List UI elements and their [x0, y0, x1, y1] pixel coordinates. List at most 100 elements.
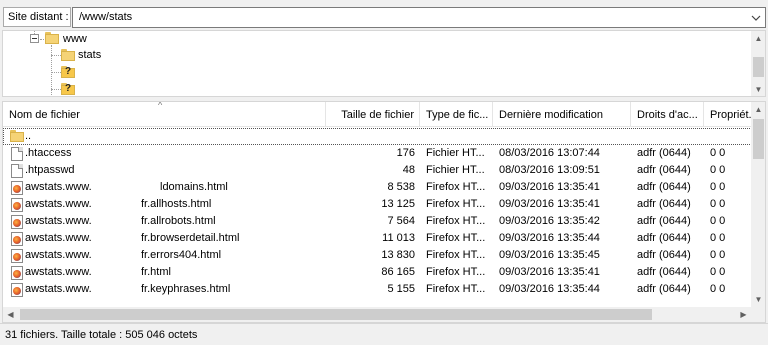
remote-directory-tree: www stats ? ? ▲ ▼: [2, 30, 766, 97]
file-name-suffix: fr.html: [141, 266, 171, 278]
table-row[interactable]: awstats.www. fr.errors404.html 13 830 Fi…: [3, 247, 752, 264]
table-row[interactable]: awstats.www. ldomains.html 8 538 Firefox…: [3, 179, 752, 196]
file-size: 7 564: [387, 215, 415, 227]
file-modified: 09/03/2016 13:35:44: [499, 283, 600, 295]
file-name: .htpasswd: [25, 164, 75, 176]
scroll-thumb[interactable]: [753, 119, 764, 159]
file-owner: 0 0: [710, 215, 726, 227]
folder-icon: [10, 130, 24, 142]
remote-site-label: Site distant :: [3, 7, 71, 27]
file-name-suffix: fr.allrobots.html: [141, 215, 216, 227]
file-permissions: adfr (0644): [637, 232, 691, 244]
table-row[interactable]: .htpasswd 48 Fichier HT... 08/03/2016 13…: [3, 162, 752, 179]
file-name-prefix: awstats.www.: [25, 181, 92, 193]
table-row[interactable]: .htaccess 176 Fichier HT... 08/03/2016 1…: [3, 145, 752, 162]
file-type: Firefox HT...: [426, 232, 486, 244]
remote-path-bar: Site distant :: [0, 0, 768, 30]
file-type: Firefox HT...: [426, 283, 486, 295]
scrollbar-corner: [752, 307, 765, 322]
table-row[interactable]: awstats.www. fr.html 86 165 Firefox HT..…: [3, 264, 752, 281]
table-row[interactable]: awstats.www. fr.allhosts.html 13 125 Fir…: [3, 196, 752, 213]
chevron-down-icon[interactable]: [750, 12, 762, 24]
scroll-left-icon[interactable]: ◀: [3, 307, 18, 322]
firefox-html-file-icon: [11, 198, 23, 212]
file-name-prefix: awstats.www.: [25, 215, 92, 227]
tree-connector: [51, 89, 61, 90]
scroll-down-icon[interactable]: ▼: [751, 292, 765, 307]
file-permissions: adfr (0644): [637, 181, 691, 193]
file-modified: 08/03/2016 13:09:51: [499, 164, 600, 176]
file-size: 48: [402, 164, 415, 176]
tree-connector: [51, 72, 61, 73]
tree-connector: [40, 39, 44, 40]
file-owner: 0 0: [710, 266, 726, 278]
table-row[interactable]: awstats.www. fr.browserdetail.html 11 01…: [3, 230, 752, 247]
remote-path-combobox[interactable]: [72, 7, 766, 28]
column-header-last-modified[interactable]: Dernière modification: [493, 102, 631, 127]
tree-item-stats[interactable]: stats: [78, 48, 102, 62]
column-header-permissions[interactable]: Droits d'ac...: [631, 102, 704, 127]
file-icon: [11, 164, 23, 178]
file-owner: 0 0: [710, 198, 726, 210]
column-header-owner[interactable]: Propriét...: [704, 102, 752, 127]
file-list-horizontal-scrollbar[interactable]: ◀ ▶: [3, 307, 752, 322]
file-modified: 09/03/2016 13:35:42: [499, 215, 600, 227]
remote-path-input[interactable]: [79, 11, 719, 23]
file-size: 5 155: [387, 283, 415, 295]
scroll-up-icon[interactable]: ▲: [751, 102, 765, 117]
file-owner: 0 0: [710, 249, 726, 261]
table-row[interactable]: awstats.www. fr.allrobots.html 7 564 Fir…: [3, 213, 752, 230]
file-modified: 09/03/2016 13:35:41: [499, 181, 600, 193]
tree-item-www[interactable]: www: [63, 32, 87, 46]
file-permissions: adfr (0644): [637, 266, 691, 278]
file-type: Firefox HT...: [426, 249, 486, 261]
file-type: Fichier HT...: [426, 164, 485, 176]
scroll-up-icon[interactable]: ▲: [751, 31, 765, 46]
file-permissions: adfr (0644): [637, 249, 691, 261]
file-size: 13 830: [381, 249, 415, 261]
status-bar: 31 fichiers. Taille totale : 505 046 oct…: [0, 323, 768, 345]
file-name-prefix: awstats.www.: [25, 198, 92, 210]
file-permissions: adfr (0644): [637, 283, 691, 295]
file-size: 86 165: [381, 266, 415, 278]
remote-file-list: ^ Nom de fichier Taille de fichier Type …: [2, 101, 766, 323]
column-header-filetype[interactable]: Type de fic...: [420, 102, 493, 127]
firefox-html-file-icon: [11, 181, 23, 195]
tree-vertical-scrollbar[interactable]: ▲ ▼: [751, 31, 765, 96]
file-permissions: adfr (0644): [637, 215, 691, 227]
file-name-suffix: fr.errors404.html: [141, 249, 222, 261]
firefox-html-file-icon: [11, 249, 23, 263]
file-modified: 08/03/2016 13:07:44: [499, 147, 600, 159]
scroll-down-icon[interactable]: ▼: [751, 82, 765, 96]
file-permissions: adfr (0644): [637, 164, 691, 176]
column-header-filename[interactable]: Nom de fichier: [3, 102, 326, 127]
unknown-folder-icon[interactable]: ?: [61, 66, 75, 78]
file-name-prefix: awstats.www.: [25, 232, 92, 244]
table-row[interactable]: awstats.www. fr.keyphrases.html 5 155 Fi…: [3, 281, 752, 298]
file-size: 176: [396, 147, 415, 159]
tree-connector: [51, 55, 61, 56]
unknown-folder-icon[interactable]: ?: [61, 83, 75, 95]
file-type: Firefox HT...: [426, 266, 486, 278]
firefox-html-file-icon: [11, 215, 23, 229]
folder-icon: [61, 49, 75, 61]
list-item-parent-directory[interactable]: ..: [3, 128, 752, 145]
file-name-suffix: fr.allhosts.html: [141, 198, 212, 210]
file-type: Firefox HT...: [426, 215, 486, 227]
file-type: Firefox HT...: [426, 181, 486, 193]
scroll-right-icon[interactable]: ▶: [736, 307, 751, 322]
file-size: 8 538: [387, 181, 415, 193]
file-name-suffix: fr.keyphrases.html: [141, 283, 231, 295]
scroll-thumb[interactable]: [753, 57, 764, 77]
firefox-html-file-icon: [11, 266, 23, 280]
file-list-vertical-scrollbar[interactable]: ▲ ▼: [751, 102, 765, 307]
file-modified: 09/03/2016 13:35:41: [499, 266, 600, 278]
file-size: 13 125: [381, 198, 415, 210]
file-modified: 09/03/2016 13:35:44: [499, 232, 600, 244]
tree-collapse-icon[interactable]: [30, 34, 39, 43]
column-header-filesize[interactable]: Taille de fichier: [326, 102, 420, 127]
scroll-thumb[interactable]: [20, 309, 652, 320]
file-permissions: adfr (0644): [637, 198, 691, 210]
file-name-prefix: awstats.www.: [25, 249, 92, 261]
file-owner: 0 0: [710, 232, 726, 244]
